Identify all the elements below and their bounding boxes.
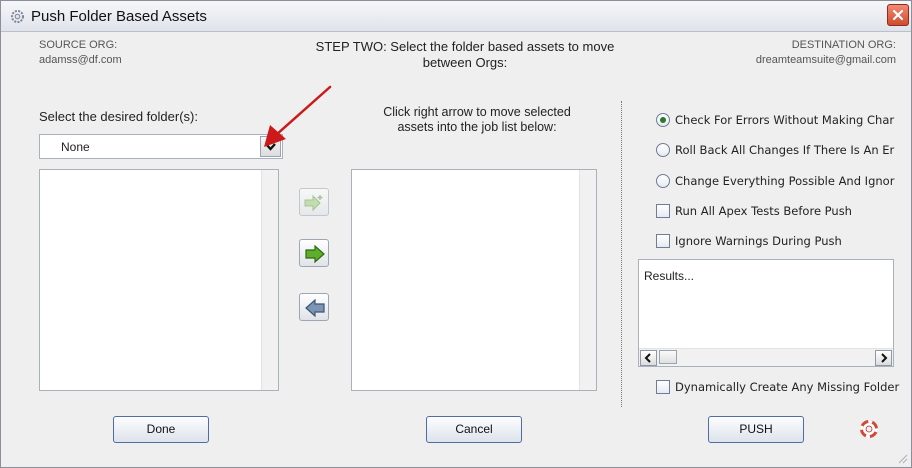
radio-button[interactable] — [656, 143, 670, 157]
destination-org-label: DESTINATION ORG: — [791, 39, 896, 51]
radio-button[interactable] — [656, 174, 670, 188]
annotation-arrow-icon — [264, 85, 332, 147]
results-horizontal-scrollbar[interactable] — [639, 348, 893, 366]
arrow-right-icon — [305, 245, 325, 263]
push-folder-dialog: Push Folder Based Assets SOURCE ORG: ada… — [0, 0, 912, 468]
move-left-button[interactable] — [299, 293, 329, 321]
arrow-right-plus-icon — [304, 194, 323, 212]
folder-dropdown-value: None — [61, 140, 90, 154]
middle-instructions-line2: assets into the job list below: — [397, 120, 557, 134]
scroll-thumb[interactable] — [659, 350, 677, 364]
checkbox[interactable] — [656, 204, 670, 218]
check-ignore-warnings-label: Ignore Warnings During Push — [675, 234, 842, 248]
chevron-left-icon — [644, 353, 651, 363]
check-create-missing-folder-label: Dynamically Create Any Missing Folder — [675, 380, 900, 394]
column-divider — [621, 101, 622, 407]
close-icon — [892, 9, 904, 21]
step-heading: STEP TWO: Select the folder based assets… — [259, 39, 671, 71]
radio-roll-back-label: Roll Back All Changes If There Is An Er — [675, 143, 895, 157]
radio-check-errors-label: Check For Errors Without Making Char — [675, 113, 895, 127]
add-all-button[interactable] — [299, 188, 329, 216]
step-heading-line2: between Orgs: — [422, 55, 508, 70]
checkbox[interactable] — [656, 234, 670, 248]
middle-instructions-line1: Click right arrow to move selected — [383, 105, 571, 119]
scroll-right-button[interactable] — [875, 350, 892, 366]
folder-list-scrollbar[interactable] — [261, 170, 278, 390]
scroll-left-button[interactable] — [640, 350, 657, 366]
middle-instructions: Click right arrow to move selected asset… — [353, 105, 601, 135]
gear-icon — [11, 10, 24, 23]
folder-dropdown[interactable]: None — [39, 134, 283, 159]
source-org-label: SOURCE ORG: — [39, 39, 118, 51]
resize-grip-icon[interactable] — [895, 451, 909, 465]
done-button[interactable]: Done — [113, 416, 209, 443]
job-list-panel[interactable] — [351, 169, 597, 391]
radio-change-everything-label: Change Everything Possible And Ignor — [675, 174, 895, 188]
move-right-button[interactable] — [299, 239, 329, 267]
check-run-apex-tests-label: Run All Apex Tests Before Push — [675, 204, 852, 218]
folder-list-panel[interactable] — [39, 169, 279, 391]
results-text: Results... — [644, 269, 695, 283]
source-org-account: adamss@df.com — [39, 54, 122, 66]
chevron-right-icon — [881, 353, 888, 363]
destination-org-account: dreamteamsuite@gmail.com — [755, 54, 896, 66]
job-list-scrollbar[interactable] — [579, 170, 596, 390]
step-heading-line1: STEP TWO: Select the folder based assets… — [315, 39, 615, 54]
help-lifebuoy-icon[interactable] — [859, 419, 879, 439]
folder-select-label: Select the desired folder(s): — [39, 109, 198, 124]
close-button[interactable] — [887, 4, 909, 26]
arrow-left-icon — [305, 299, 325, 317]
cancel-button[interactable]: Cancel — [426, 416, 522, 443]
title-bar[interactable]: Push Folder Based Assets — [1, 1, 911, 32]
window-title: Push Folder Based Assets — [31, 8, 207, 25]
results-box[interactable]: Results... — [638, 259, 894, 367]
radio-button-selected[interactable] — [656, 113, 670, 127]
checkbox[interactable] — [656, 380, 670, 394]
push-button[interactable]: PUSH — [708, 416, 804, 443]
